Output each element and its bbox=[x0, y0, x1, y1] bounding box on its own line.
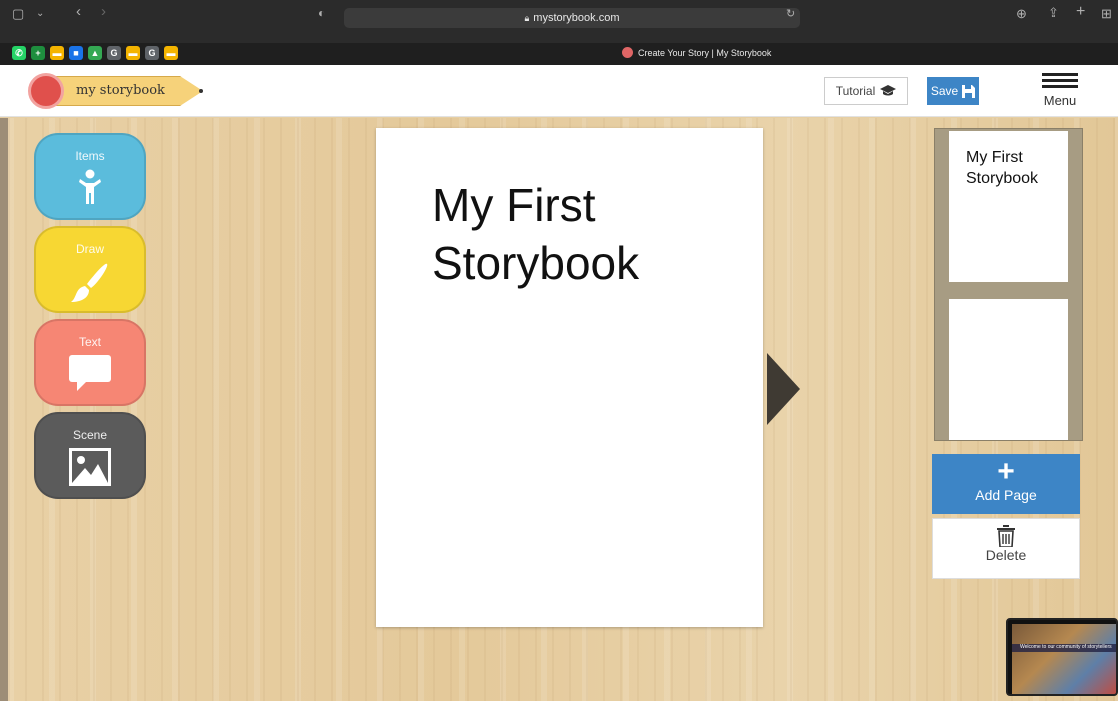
preview-text: Welcome to our community of storytellers bbox=[1020, 644, 1112, 650]
hamburger-icon bbox=[1042, 73, 1078, 76]
address-bar[interactable]: 🔒︎ mystorybook.com bbox=[344, 8, 800, 28]
next-page-arrow[interactable] bbox=[767, 353, 800, 425]
hamburger-bar bbox=[1042, 79, 1078, 82]
active-tab[interactable]: Create Your Story | My Storybook bbox=[622, 47, 771, 58]
app-header: my storybook Tutorial Save Menu bbox=[0, 65, 1118, 117]
delete-page-button[interactable]: Delete bbox=[932, 518, 1080, 579]
bookmarks-and-tab-bar: ✆ + ▬ ■ ▲ G ▬ G ▬ Create Your Story | My Storybo… bbox=[0, 43, 1118, 65]
forward-icon[interactable]: › bbox=[101, 4, 106, 19]
brush-icon bbox=[71, 263, 108, 302]
bookmark-drive-icon[interactable]: ▲ bbox=[88, 46, 102, 60]
menu-button[interactable]: Menu bbox=[1040, 73, 1080, 109]
page-thumbnails-panel: My First Storybook bbox=[934, 128, 1083, 441]
thumbnail-title: My First Storybook bbox=[966, 149, 1039, 187]
save-button[interactable]: Save bbox=[927, 77, 979, 105]
logo[interactable]: my storybook bbox=[28, 73, 208, 109]
tab-favicon bbox=[622, 47, 633, 58]
scene-tool-button[interactable]: Scene bbox=[34, 412, 146, 499]
person-icon bbox=[79, 169, 101, 204]
lock-icon: 🔒︎ bbox=[524, 12, 530, 23]
bookmark-slides-icon[interactable]: ▬ bbox=[50, 46, 64, 60]
hamburger-bar bbox=[1042, 85, 1078, 88]
tool-label: Scene bbox=[72, 428, 108, 442]
bookmark-meet-icon[interactable]: ■ bbox=[69, 46, 83, 60]
trash-icon bbox=[997, 525, 1015, 547]
items-tool-button[interactable]: Items bbox=[34, 133, 146, 220]
logo-text: my storybook bbox=[76, 83, 165, 98]
page-thumbnail[interactable] bbox=[949, 299, 1068, 440]
draw-tool-button[interactable]: Draw bbox=[34, 226, 146, 313]
graduation-cap-icon bbox=[880, 85, 897, 96]
reload-icon[interactable]: ↻ bbox=[786, 8, 795, 21]
add-page-button[interactable]: + Add Page bbox=[932, 454, 1080, 514]
menu-label: Menu bbox=[1043, 93, 1077, 108]
floppy-disk-icon bbox=[962, 84, 976, 98]
workspace-edge bbox=[0, 118, 8, 701]
image-icon bbox=[69, 448, 111, 486]
pencil-eraser bbox=[28, 73, 64, 109]
add-page-label: Add Page bbox=[975, 487, 1037, 503]
tab-overview-icon[interactable]: ⊞ bbox=[1101, 7, 1112, 20]
chevron-down-icon[interactable]: ⌄ bbox=[36, 7, 44, 20]
bookmark-whatsapp-icon[interactable]: ✆ bbox=[12, 46, 26, 60]
tool-label: Items bbox=[75, 149, 105, 163]
url-text: mystorybook.com bbox=[533, 12, 620, 24]
download-icon[interactable]: ⊕ bbox=[1016, 7, 1027, 20]
bookmark-slides2-icon[interactable]: ▬ bbox=[126, 46, 140, 60]
sidebar-toggle-icon[interactable]: ▢ bbox=[12, 7, 24, 20]
bookmark-sheets-icon[interactable]: + bbox=[31, 46, 45, 60]
tutorial-label: Tutorial bbox=[835, 84, 876, 98]
page-title-text[interactable]: My First Storybook bbox=[432, 176, 732, 292]
share-icon[interactable]: ⇪ bbox=[1048, 6, 1059, 19]
save-label: Save bbox=[930, 84, 959, 98]
new-tab-icon[interactable]: + bbox=[1076, 4, 1085, 20]
text-tool-button[interactable]: Text bbox=[34, 319, 146, 406]
tab-title: Create Your Story | My Storybook bbox=[638, 47, 772, 58]
delete-label: Delete bbox=[985, 547, 1027, 563]
bookmark-classroom-icon[interactable]: G bbox=[107, 46, 121, 60]
tool-label: Draw bbox=[75, 242, 104, 256]
speech-bubble-icon bbox=[69, 355, 111, 391]
shield-icon[interactable]: ◐ bbox=[318, 7, 325, 20]
browser-toolbar: ▢ ⌄ ‹ › ◐ 🔒︎ mystorybook.com ↻ ⊕ ⇪ + ⊞ bbox=[0, 0, 1118, 43]
bookmark-slides3-icon[interactable]: ▬ bbox=[164, 46, 178, 60]
page-thumbnail[interactable]: My First Storybook bbox=[949, 131, 1068, 282]
story-page-canvas[interactable]: My First Storybook bbox=[376, 128, 763, 627]
pencil-tip bbox=[199, 89, 203, 93]
tool-label: Text bbox=[78, 335, 101, 349]
bookmark-classroom2-icon[interactable]: G bbox=[145, 46, 159, 60]
plus-icon: + bbox=[997, 455, 1015, 488]
tutorial-button[interactable]: Tutorial bbox=[824, 77, 908, 105]
preview-image bbox=[1012, 624, 1116, 694]
back-icon[interactable]: ‹ bbox=[76, 4, 81, 19]
screenshot-preview-thumbnail[interactable]: Welcome to our community of storytellers bbox=[1006, 618, 1118, 696]
